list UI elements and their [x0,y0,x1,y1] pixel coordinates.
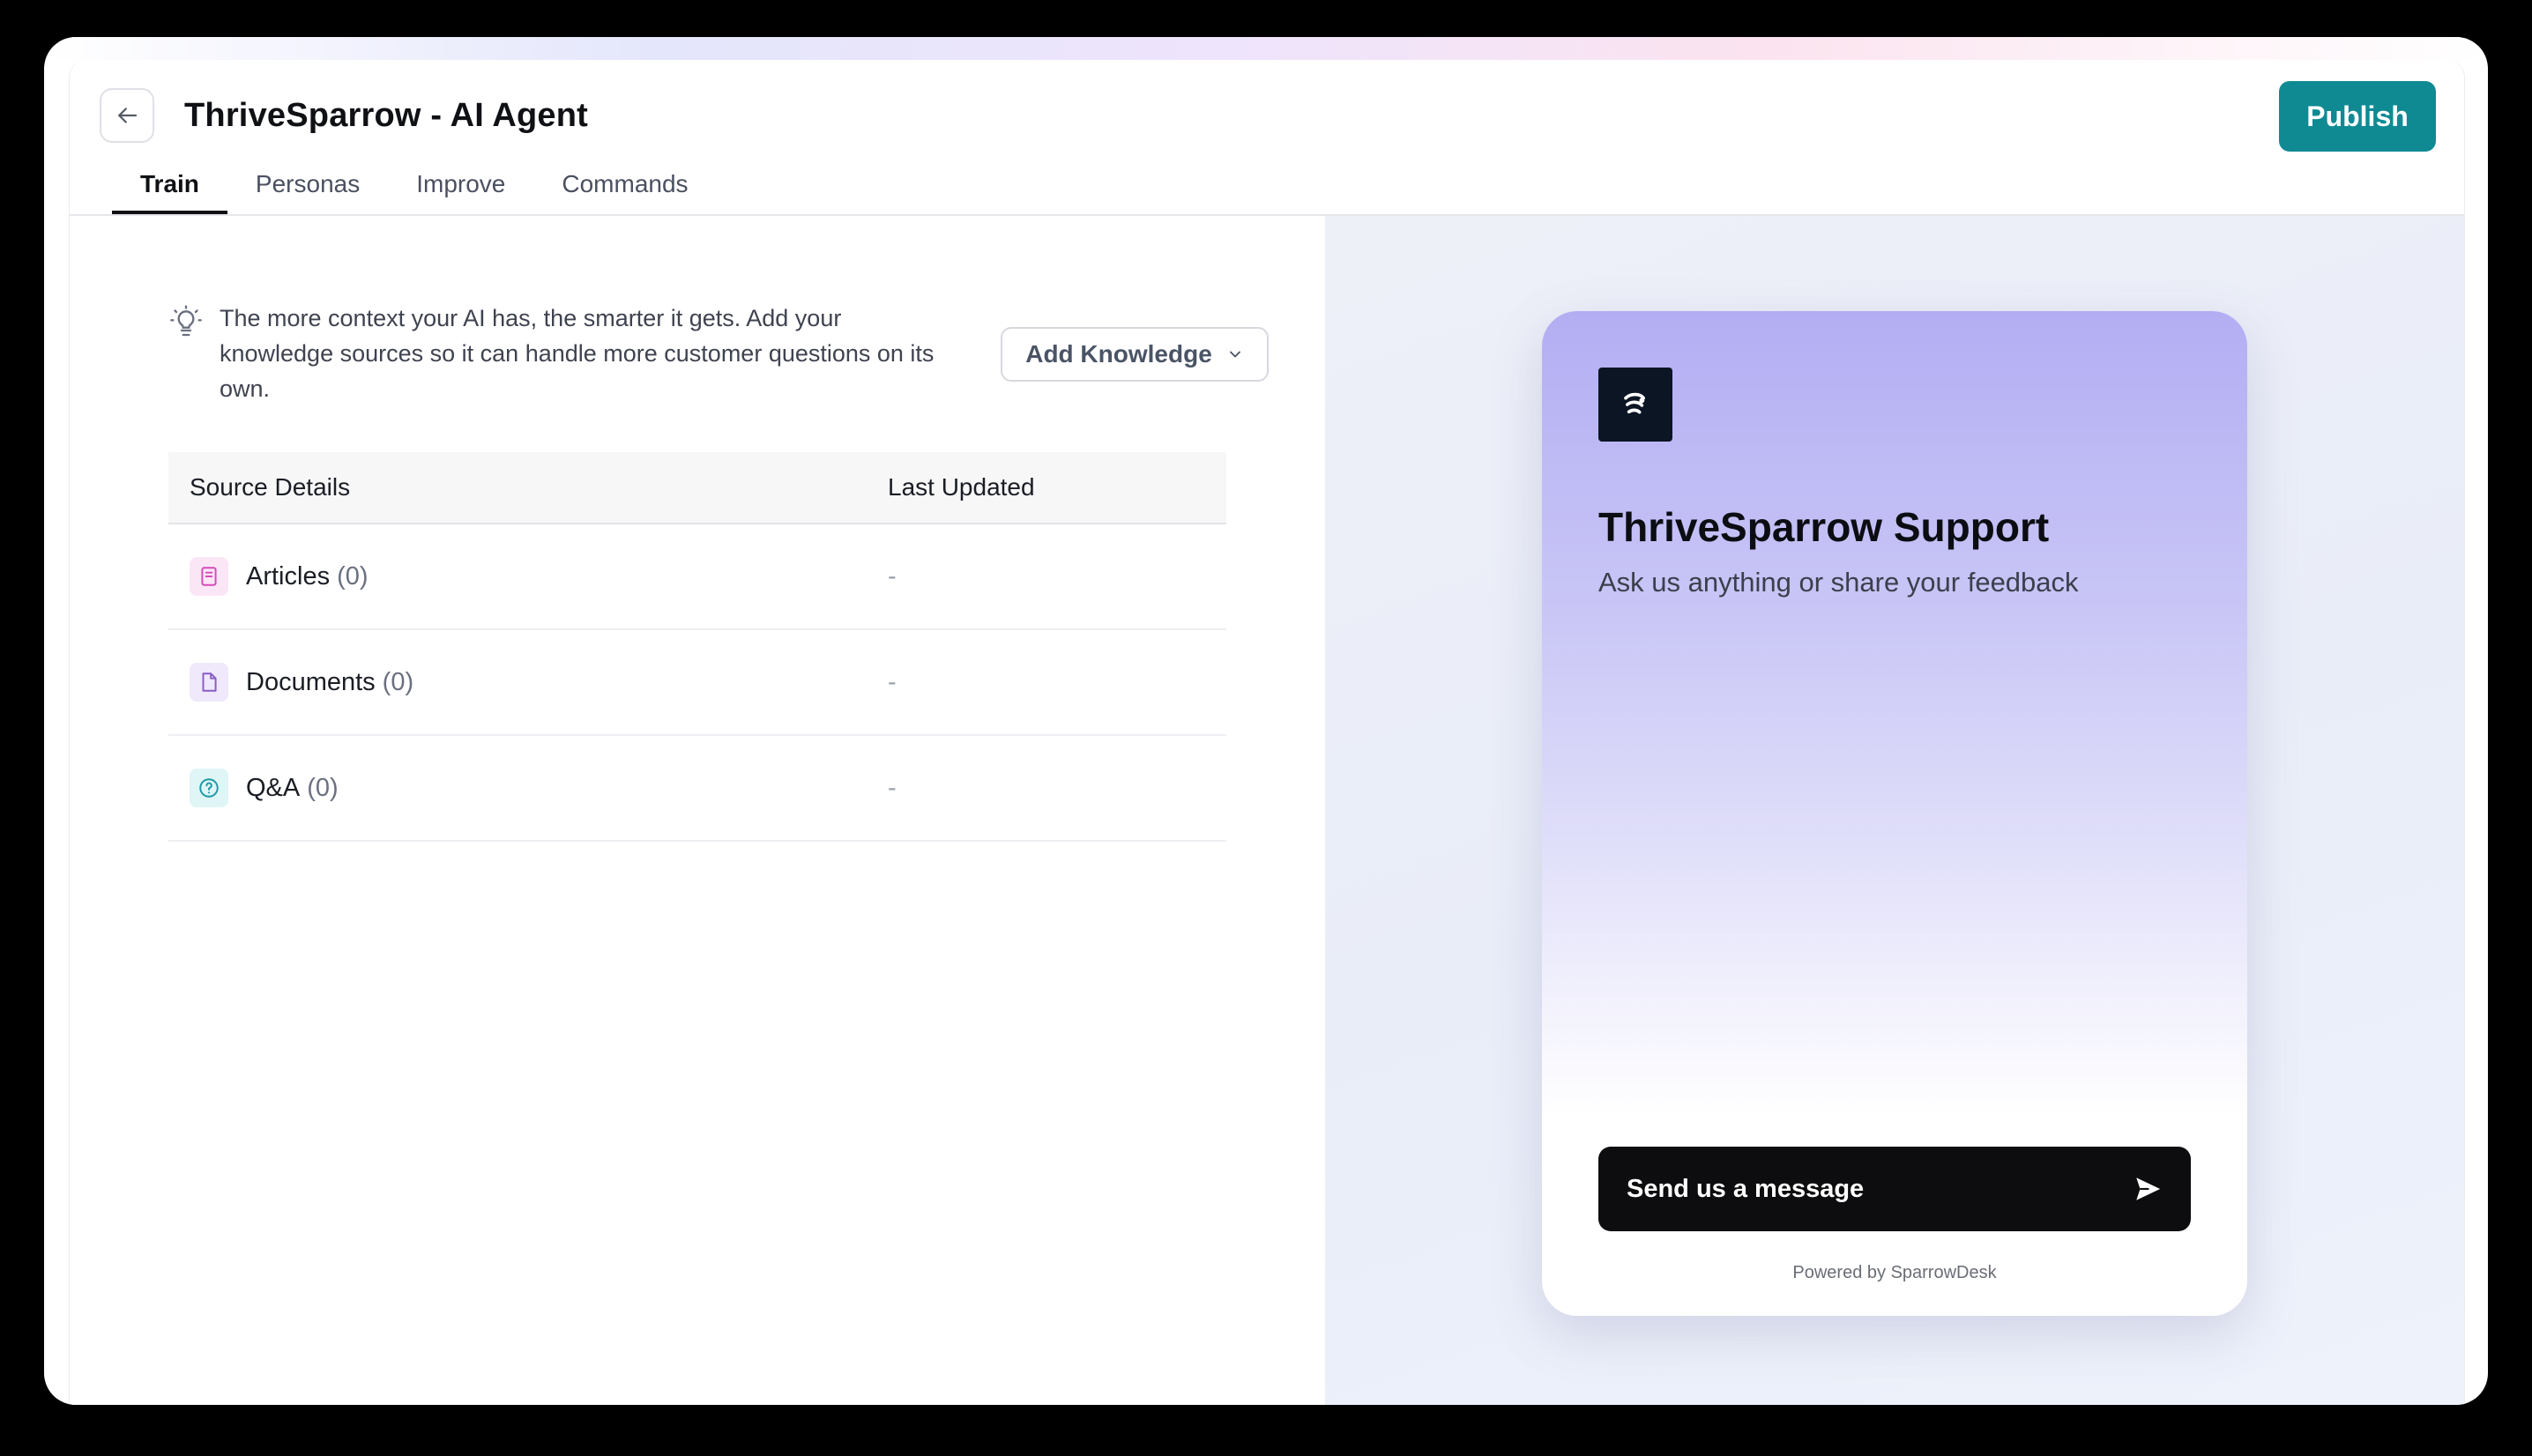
tab-commands[interactable]: Commands [533,166,716,215]
chevron-down-icon [1229,351,1240,358]
question-circle-icon [190,769,228,807]
send-message-button[interactable]: Send us a message [1598,1147,2191,1231]
send-icon [2136,1177,2161,1200]
back-button[interactable] [100,88,154,143]
add-knowledge-dropdown[interactable]: Add Knowledge [1001,327,1269,382]
article-icon [190,557,228,596]
source-name: Articles [246,561,331,591]
app-window: ThriveSparrow - AI Agent Publish Train P… [44,37,2488,1405]
widget-title: ThriveSparrow Support [1598,504,2050,550]
table-row-qa[interactable]: Q&A (0) - [168,736,1226,842]
last-updated: - [888,773,897,802]
table-row-documents[interactable]: Documents (0) - [168,630,1226,736]
table-row-articles[interactable]: Articles (0) - [168,524,1226,630]
arrow-left-icon [118,108,138,123]
chat-widget-preview: ThriveSparrow Support Ask us anything or… [1542,311,2247,1316]
source-count: (0) [307,773,339,802]
widget-preview-panel: ThriveSparrow Support Ask us anything or… [1325,216,2464,1405]
source-count: (0) [382,667,414,696]
training-hint: The more context your AI has, the smarte… [220,305,935,402]
tab-bar: Train Personas Improve Commands [112,166,717,215]
tab-improve[interactable]: Improve [388,166,533,215]
knowledge-sources-table: Source Details Last Updated Articles (0)… [168,452,1226,842]
table-header: Source Details Last Updated [168,452,1226,524]
tab-personas[interactable]: Personas [227,166,388,215]
widget-subtitle: Ask us anything or share your feedback [1598,567,2079,598]
source-name: Documents [246,667,376,696]
last-updated: - [888,561,897,591]
source-count: (0) [337,561,369,591]
last-updated: - [888,667,897,696]
page-title: ThriveSparrow - AI Agent [184,97,589,134]
column-header-updated: Last Updated [888,473,1035,501]
sparrow-logo-icon [1624,392,1645,414]
train-panel: The more context your AI has, the smarte… [70,216,1325,1405]
column-header-source: Source Details [190,473,351,501]
agent-editor: ThriveSparrow - AI Agent Publish Train P… [69,60,2465,1405]
powered-by-text: Powered by SparrowDesk [1792,1263,1997,1282]
lightbulb-icon [170,305,202,337]
publish-button[interactable]: Publish [2279,81,2436,152]
send-message-label: Send us a message [1627,1174,1865,1203]
tab-train[interactable]: Train [112,166,227,215]
source-name: Q&A [246,773,301,802]
window-top-glow [44,37,2488,60]
document-icon [190,663,228,702]
brand-logo [1598,368,1672,442]
add-knowledge-label: Add Knowledge [1025,340,1212,368]
